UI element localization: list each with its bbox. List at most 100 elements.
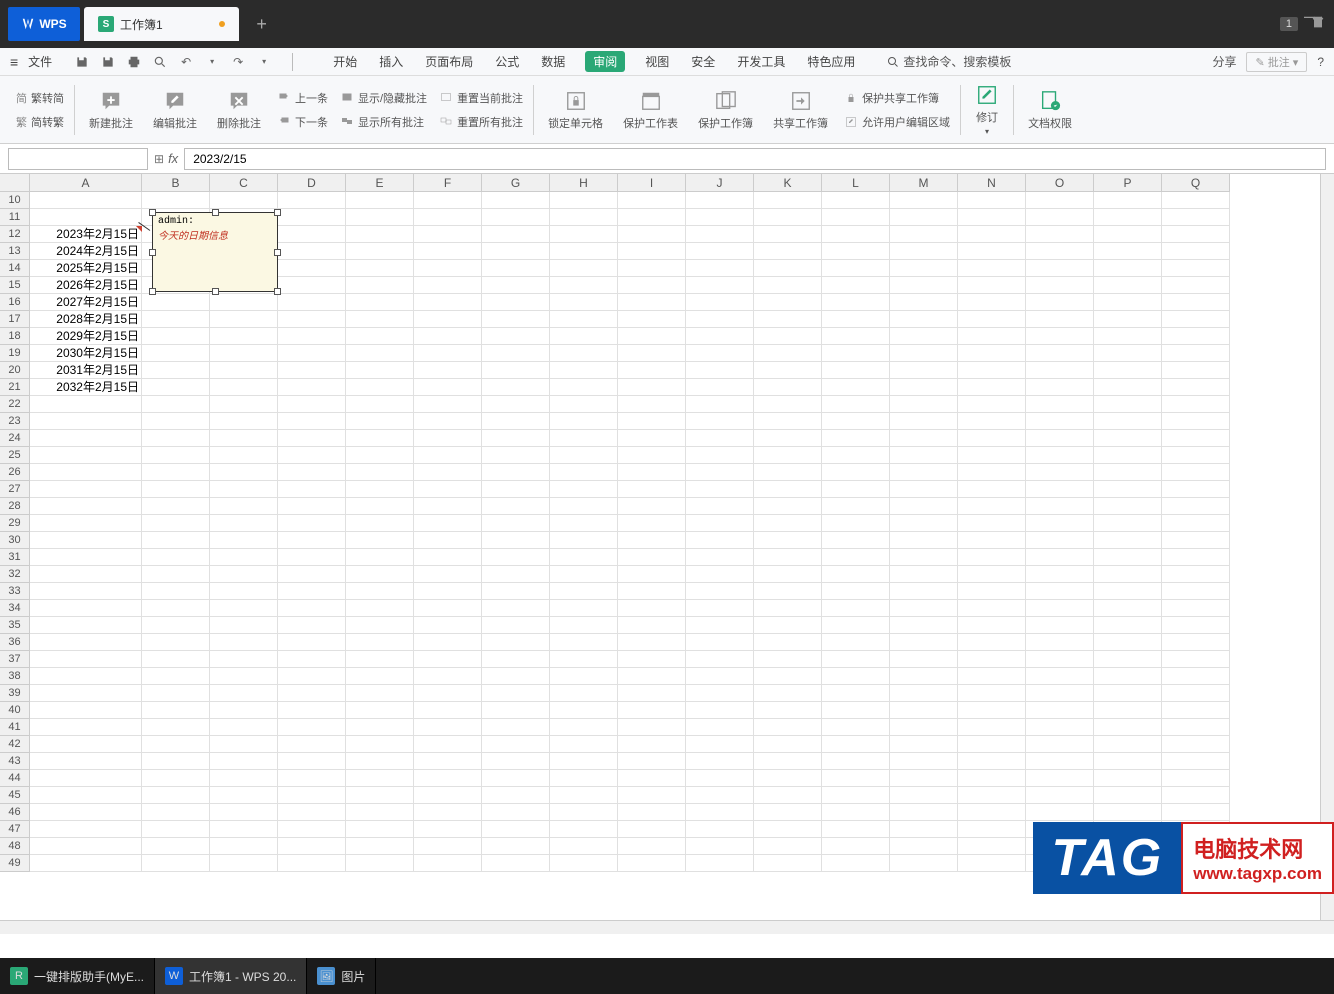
cell-N42[interactable]	[958, 736, 1026, 753]
cell-A21[interactable]: 2032年2月15日	[30, 379, 142, 396]
cell-F33[interactable]	[414, 583, 482, 600]
row-header-28[interactable]: 28	[0, 498, 30, 515]
cell-I43[interactable]	[618, 753, 686, 770]
cell-G30[interactable]	[482, 532, 550, 549]
cell-O36[interactable]	[1026, 634, 1094, 651]
col-header-O[interactable]: O	[1026, 174, 1094, 192]
cell-C19[interactable]	[210, 345, 278, 362]
cell-E18[interactable]	[346, 328, 414, 345]
cell-I28[interactable]	[618, 498, 686, 515]
cell-F15[interactable]	[414, 277, 482, 294]
cell-J16[interactable]	[686, 294, 754, 311]
cell-B32[interactable]	[142, 566, 210, 583]
cell-N15[interactable]	[958, 277, 1026, 294]
cell-B27[interactable]	[142, 481, 210, 498]
cell-I29[interactable]	[618, 515, 686, 532]
cell-J31[interactable]	[686, 549, 754, 566]
cell-O20[interactable]	[1026, 362, 1094, 379]
cell-Q43[interactable]	[1162, 753, 1230, 770]
cell-L30[interactable]	[822, 532, 890, 549]
doc-permission-button[interactable]: 文档权限	[1018, 89, 1082, 131]
command-search[interactable]: 查找命令、搜索模板	[887, 53, 1011, 70]
col-header-B[interactable]: B	[142, 174, 210, 192]
cell-G35[interactable]	[482, 617, 550, 634]
cell-C35[interactable]	[210, 617, 278, 634]
cell-J13[interactable]	[686, 243, 754, 260]
cell-A10[interactable]	[30, 192, 142, 209]
cell-B28[interactable]	[142, 498, 210, 515]
cell-K28[interactable]	[754, 498, 822, 515]
cell-I32[interactable]	[618, 566, 686, 583]
cell-M28[interactable]	[890, 498, 958, 515]
cell-K21[interactable]	[754, 379, 822, 396]
cell-K25[interactable]	[754, 447, 822, 464]
cell-M49[interactable]	[890, 855, 958, 872]
cell-L47[interactable]	[822, 821, 890, 838]
cell-C48[interactable]	[210, 838, 278, 855]
cell-B48[interactable]	[142, 838, 210, 855]
cell-C34[interactable]	[210, 600, 278, 617]
cell-P44[interactable]	[1094, 770, 1162, 787]
row-header-11[interactable]: 11	[0, 209, 30, 226]
cell-A26[interactable]	[30, 464, 142, 481]
cell-D49[interactable]	[278, 855, 346, 872]
cell-Q19[interactable]	[1162, 345, 1230, 362]
cell-grid[interactable]: 2023年2月15日2024年2月15日2025年2月15日2026年2月15日…	[30, 192, 1230, 872]
cell-D20[interactable]	[278, 362, 346, 379]
cell-I21[interactable]	[618, 379, 686, 396]
cell-J12[interactable]	[686, 226, 754, 243]
tab-view[interactable]: 视图	[643, 49, 671, 74]
show-hide-comment[interactable]: 显示/隐藏批注	[340, 90, 427, 106]
cell-E29[interactable]	[346, 515, 414, 532]
cell-J17[interactable]	[686, 311, 754, 328]
cell-O35[interactable]	[1026, 617, 1094, 634]
cell-N19[interactable]	[958, 345, 1026, 362]
cell-E31[interactable]	[346, 549, 414, 566]
cell-L45[interactable]	[822, 787, 890, 804]
cell-H47[interactable]	[550, 821, 618, 838]
cell-C16[interactable]	[210, 294, 278, 311]
cell-K11[interactable]	[754, 209, 822, 226]
cell-J44[interactable]	[686, 770, 754, 787]
row-header-46[interactable]: 46	[0, 804, 30, 821]
cell-D26[interactable]	[278, 464, 346, 481]
protect-share-workbook[interactable]: 保护共享工作簿	[844, 90, 950, 106]
annotate-button[interactable]: ✎ 批注 ▾	[1246, 52, 1307, 72]
cell-K14[interactable]	[754, 260, 822, 277]
cell-H25[interactable]	[550, 447, 618, 464]
cell-P33[interactable]	[1094, 583, 1162, 600]
cell-G36[interactable]	[482, 634, 550, 651]
cell-G23[interactable]	[482, 413, 550, 430]
row-header-20[interactable]: 20	[0, 362, 30, 379]
cell-F18[interactable]	[414, 328, 482, 345]
cell-F11[interactable]	[414, 209, 482, 226]
col-header-F[interactable]: F	[414, 174, 482, 192]
cell-O42[interactable]	[1026, 736, 1094, 753]
cell-F29[interactable]	[414, 515, 482, 532]
cell-B26[interactable]	[142, 464, 210, 481]
cell-H45[interactable]	[550, 787, 618, 804]
cell-D33[interactable]	[278, 583, 346, 600]
cell-D43[interactable]	[278, 753, 346, 770]
cell-J33[interactable]	[686, 583, 754, 600]
cell-M32[interactable]	[890, 566, 958, 583]
cell-P25[interactable]	[1094, 447, 1162, 464]
cell-G28[interactable]	[482, 498, 550, 515]
cell-A49[interactable]	[30, 855, 142, 872]
cell-L46[interactable]	[822, 804, 890, 821]
cell-D12[interactable]	[278, 226, 346, 243]
cell-I13[interactable]	[618, 243, 686, 260]
cell-N18[interactable]	[958, 328, 1026, 345]
cell-O11[interactable]	[1026, 209, 1094, 226]
cell-G25[interactable]	[482, 447, 550, 464]
cell-O12[interactable]	[1026, 226, 1094, 243]
cell-C43[interactable]	[210, 753, 278, 770]
cell-E30[interactable]	[346, 532, 414, 549]
row-header-48[interactable]: 48	[0, 838, 30, 855]
cell-I30[interactable]	[618, 532, 686, 549]
cell-A25[interactable]	[30, 447, 142, 464]
cell-E44[interactable]	[346, 770, 414, 787]
row-header-35[interactable]: 35	[0, 617, 30, 634]
cell-J49[interactable]	[686, 855, 754, 872]
cell-M21[interactable]	[890, 379, 958, 396]
